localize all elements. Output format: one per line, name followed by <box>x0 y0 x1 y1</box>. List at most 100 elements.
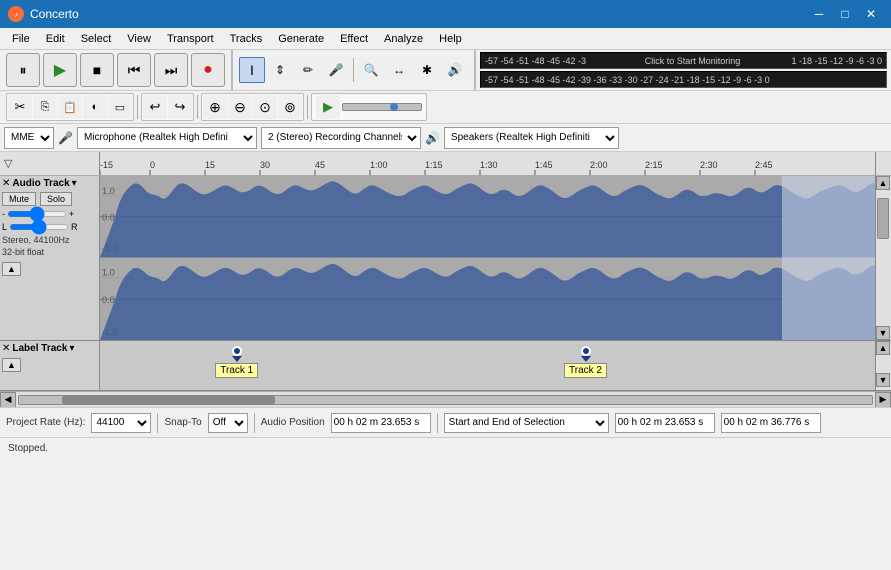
scroll-down[interactable]: ▼ <box>876 326 890 340</box>
svg-text:0.0: 0.0 <box>102 295 115 305</box>
speaker-select[interactable]: Speakers (Realtek High Definiti <box>444 127 619 149</box>
menu-transport[interactable]: Transport <box>159 31 222 47</box>
solo-button[interactable]: Solo <box>40 192 72 206</box>
collapse-button[interactable]: ▲ <box>2 262 21 276</box>
label1-marker <box>232 346 242 356</box>
label-scroll-up[interactable]: ▲ <box>876 341 890 355</box>
playback-slider[interactable] <box>342 103 422 111</box>
skip-start-button[interactable]: ⏮ <box>117 53 151 87</box>
svg-text:1.0: 1.0 <box>102 267 115 277</box>
h-scroll-track[interactable] <box>18 395 873 405</box>
scroll-thumb[interactable] <box>877 198 889 239</box>
label-track-content: Track 1 Track 2 <box>100 341 875 390</box>
audio-track-menu[interactable]: ▾ <box>72 178 77 189</box>
zoom-out-button[interactable]: ⊖ <box>228 95 252 119</box>
audio-pos-label: Audio Position <box>261 417 325 428</box>
redo-button[interactable]: ↪ <box>168 95 192 119</box>
svg-text:1.0: 1.0 <box>102 186 115 196</box>
scroll-left[interactable]: ◀ <box>0 392 16 408</box>
sel-end-input[interactable] <box>721 413 821 433</box>
menu-file[interactable]: File <box>4 31 38 47</box>
svg-text:1:45: 1:45 <box>535 160 553 170</box>
draw-tool[interactable]: ✏ <box>295 57 321 83</box>
menu-analyze[interactable]: Analyze <box>376 31 431 47</box>
copy-button[interactable]: ⎘ <box>33 95 57 119</box>
speaker-tool[interactable]: 🔊 <box>442 57 468 83</box>
minimize-button[interactable]: ─ <box>807 4 831 24</box>
audio-track-close[interactable]: ✕ <box>2 178 10 189</box>
audio-track-name: Audio Track <box>12 178 69 189</box>
menu-generate[interactable]: Generate <box>270 31 332 47</box>
pan-control: L R <box>2 222 97 232</box>
selection-tool[interactable]: I <box>239 57 265 83</box>
close-button[interactable]: ✕ <box>859 4 883 24</box>
ruler-right-end <box>875 152 891 175</box>
play-button[interactable]: ▶ <box>43 53 77 87</box>
svg-text:1:00: 1:00 <box>370 160 388 170</box>
project-rate-label: Project Rate (Hz): <box>6 417 85 428</box>
menu-tracks[interactable]: Tracks <box>222 31 271 47</box>
gain-slider[interactable] <box>7 211 67 217</box>
multi-tool[interactable]: ✱ <box>414 57 440 83</box>
audio-waveform: 1.0 0.0 -1.0 1.0 0.0 -1.0 <box>100 176 875 340</box>
selection-mode-select[interactable]: Start and End of Selection Start and Len… <box>444 413 609 433</box>
svg-text:2:45: 2:45 <box>755 160 773 170</box>
scroll-right[interactable]: ▶ <box>875 392 891 408</box>
snap-to-label: Snap-To <box>164 417 201 428</box>
api-select[interactable]: MME <box>4 127 54 149</box>
play-indicator-button[interactable]: ▶ <box>316 95 340 119</box>
zoom-selection-button[interactable]: ⊙ <box>253 95 277 119</box>
project-rate-select[interactable]: 44100 <box>91 413 151 433</box>
pause-button[interactable]: ⏸ <box>6 53 40 87</box>
label-track2[interactable]: Track 2 <box>581 341 591 362</box>
paste-button[interactable]: 📋 <box>58 95 82 119</box>
snap-to-select[interactable]: Off On <box>208 413 248 433</box>
label-track-menu[interactable]: ▾ <box>69 343 74 354</box>
maximize-button[interactable]: □ <box>833 4 857 24</box>
menu-view[interactable]: View <box>119 31 159 47</box>
mic-icon: 🎤 <box>58 131 73 145</box>
label-track-close[interactable]: ✕ <box>2 343 10 354</box>
vu-meter-bottom[interactable]: -57 -54 -51 -48 -45 -42 -39 -36 -33 -30 … <box>480 71 887 88</box>
svg-text:15: 15 <box>205 160 215 170</box>
skip-end-button[interactable]: ⏭ <box>154 53 188 87</box>
label-v-scroll[interactable]: ▲ ▼ <box>875 341 891 390</box>
audio-pos-input[interactable] <box>331 413 431 433</box>
channels-select[interactable]: 2 (Stereo) Recording Channels <box>261 127 421 149</box>
silence-button[interactable]: ▭ <box>108 95 132 119</box>
ruler-corner-icon: ▽ <box>4 157 12 170</box>
zoom-tool[interactable]: 🔍 <box>358 57 384 83</box>
vu-meter-top[interactable]: -57 -54 -51 -48 -45 -42 -3 Click to Star… <box>480 52 887 69</box>
trim-button[interactable]: ◐ <box>83 95 107 119</box>
zoom-fit-button[interactable]: ⊚ <box>278 95 302 119</box>
waveform-svg: 1.0 0.0 -1.0 1.0 0.0 -1.0 <box>100 176 875 340</box>
label-scroll-down[interactable]: ▼ <box>876 373 890 387</box>
menu-effect[interactable]: Effect <box>332 31 376 47</box>
pan-slider[interactable] <box>9 224 69 230</box>
cut-button[interactable]: ✂ <box>8 95 32 119</box>
v-scrollbar[interactable]: ▲ ▼ <box>875 176 891 340</box>
label-collapse-button[interactable]: ▲ <box>2 358 21 372</box>
undo-button[interactable]: ↩ <box>143 95 167 119</box>
timeshift-tool[interactable]: ↔ <box>386 57 412 83</box>
envelope-tool[interactable]: ⇕ <box>267 57 293 83</box>
microphone-select[interactable]: Microphone (Realtek High Defini <box>77 127 257 149</box>
label-track1[interactable]: Track 1 <box>232 341 242 362</box>
scroll-up[interactable]: ▲ <box>876 176 890 190</box>
status-bar: Stopped. <box>0 437 891 459</box>
zoom-in-button[interactable]: ⊕ <box>203 95 227 119</box>
record-button[interactable]: ● <box>191 53 225 87</box>
svg-text:1:30: 1:30 <box>480 160 498 170</box>
h-scrollbar[interactable]: ◀ ▶ <box>0 391 891 407</box>
audio-track: ✕ Audio Track ▾ Mute Solo - + L R <box>0 176 891 341</box>
menu-edit[interactable]: Edit <box>38 31 73 47</box>
svg-text:2:00: 2:00 <box>590 160 608 170</box>
menu-help[interactable]: Help <box>431 31 470 47</box>
menu-select[interactable]: Select <box>73 31 120 47</box>
sel-start-input[interactable] <box>615 413 715 433</box>
stop-button[interactable]: ■ <box>80 53 114 87</box>
mic-tool[interactable]: 🎤 <box>323 57 349 83</box>
device-toolbar: MME 🎤 Microphone (Realtek High Defini 2 … <box>0 124 891 152</box>
mute-button[interactable]: Mute <box>2 192 36 206</box>
speaker-icon: 🔊 <box>425 131 440 145</box>
